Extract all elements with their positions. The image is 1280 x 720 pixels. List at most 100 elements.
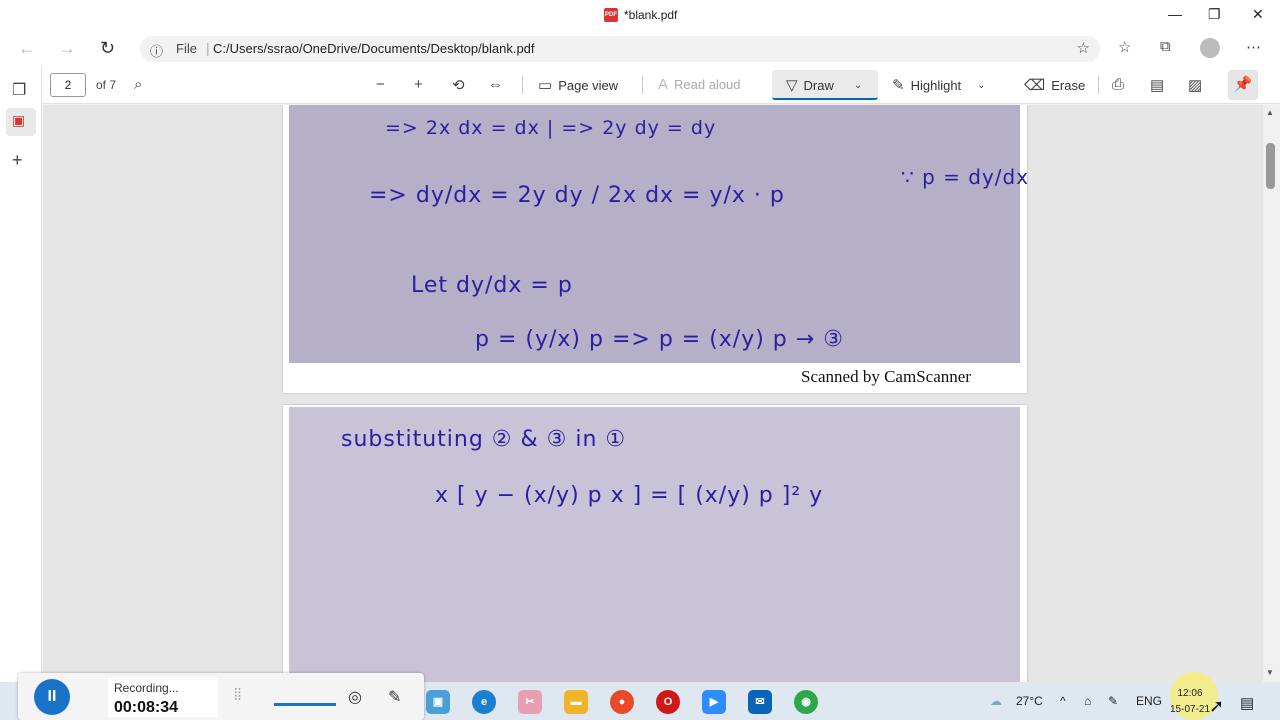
toolbar-divider [1098, 76, 1099, 94]
handwritten-line: p = (y/x) p => p = (x/y) p → ③ [475, 327, 844, 352]
back-arrow-icon[interactable]: ← [18, 38, 36, 59]
temperature[interactable]: 27°C [1016, 694, 1043, 708]
close-button[interactable]: ✕ [1252, 6, 1264, 23]
vertical-scrollbar[interactable] [1263, 105, 1280, 682]
tab-actions-icon[interactable]: ❐ [12, 80, 26, 100]
recording-timer: 00:08:34 [114, 699, 179, 716]
mouse-cursor-icon: ➚ [1209, 696, 1225, 716]
erase-label: Erase [1051, 77, 1086, 93]
snipping-tool-icon[interactable]: ✂ [518, 690, 542, 714]
window-title: PDF *blank.pdf [604, 8, 677, 22]
save-as-icon[interactable]: ▨ [1188, 76, 1202, 94]
opera-icon[interactable]: O [656, 690, 680, 714]
app-icon[interactable]: ▣ [426, 690, 450, 714]
camscanner-footer: Scanned by CamScanner [801, 367, 971, 386]
search-icon[interactable]: ⌕ [134, 76, 142, 93]
read-aloud-icon: A [658, 76, 669, 93]
recording-label: Recording... [114, 681, 179, 695]
pdf-toolbar: 2 of 7 ⌕ − + ⟲ ⇔ ▭ Page view A Read alou… [42, 66, 1280, 104]
recording-status: Recording... 00:08:34 [108, 677, 218, 717]
print-icon[interactable]: ⎙ [1112, 76, 1124, 93]
rotate-icon[interactable]: ⟲ [452, 76, 465, 94]
new-tab-icon[interactable]: + [12, 150, 23, 171]
zoom-out-icon[interactable]: − [376, 76, 385, 93]
scrollbar-thumb[interactable] [1266, 143, 1275, 189]
zoom-in-icon[interactable]: + [414, 76, 423, 93]
highlight-button[interactable]: ✎ Highlight ⌄ [892, 76, 986, 94]
collections-icon[interactable]: ⧉ [1160, 38, 1171, 55]
read-aloud-label: Read aloud [674, 77, 741, 92]
pen-tray-icon[interactable]: ✎ [1108, 694, 1118, 708]
chrome-icon[interactable]: ◉ [794, 690, 818, 714]
weather-icon[interactable]: ☁ [990, 694, 1002, 708]
chevron-down-icon[interactable]: ⌄ [854, 80, 862, 91]
forward-arrow-icon[interactable]: → [58, 38, 76, 59]
refresh-icon[interactable]: ↻ [100, 38, 115, 59]
page-number-input[interactable]: 2 [50, 73, 86, 97]
fit-to-page-icon[interactable]: ⇔ [488, 76, 503, 93]
info-icon[interactable]: ⓘ [150, 41, 163, 60]
pdf-file-icon: PDF [604, 8, 618, 22]
draw-label: Draw [803, 77, 834, 93]
file-label: File [176, 41, 197, 56]
volume-slider[interactable] [274, 703, 336, 706]
scroll-up-icon[interactable]: ▲ [1266, 108, 1274, 117]
recording-widget: II Recording... 00:08:34 ⦙⦙ ◎ ✎ [18, 673, 424, 720]
add-favorite-icon[interactable]: ☆ [1077, 39, 1090, 57]
pause-recording-button[interactable]: II [34, 679, 70, 715]
save-icon[interactable]: ▤ [1150, 76, 1164, 94]
pin-toolbar-icon[interactable]: 📌 [1228, 70, 1258, 100]
handwritten-line: => dy/dx = 2y dy / 2x dx = y/x · p [369, 183, 785, 208]
address-bar[interactable]: ⓘ File | C:/Users/ssrao/OneDrive/Documen… [140, 36, 1100, 62]
draw-button[interactable]: ▽ Draw ⌄ [786, 76, 862, 94]
eraser-icon: ⌫ [1024, 77, 1046, 94]
mail-icon[interactable]: ✉ [748, 690, 772, 714]
toolbar-divider [642, 76, 643, 94]
left-sidebar: ❐ ▣ + [0, 66, 42, 682]
draw-icon: ▽ [786, 77, 798, 94]
chevron-down-icon[interactable]: ⌄ [977, 80, 985, 91]
scanned-image: substituting ② & ③ in ① x [ y − (x/y) p … [289, 407, 1020, 682]
clock-time: 12:06 [1177, 688, 1203, 699]
pdf-viewer[interactable]: => 2x dx = dx | => 2y dy = dy => dy/dx =… [43, 105, 1263, 682]
page-view-icon: ▭ [538, 77, 553, 94]
page-count: of 7 [96, 78, 117, 92]
favorites-icon[interactable]: ☆ [1118, 38, 1131, 56]
erase-button[interactable]: ⌫ Erase [1024, 76, 1085, 94]
highlight-label: Highlight [910, 77, 962, 93]
toolbar-divider [522, 76, 523, 94]
network-icon[interactable]: ⌂ [1084, 694, 1091, 708]
pdf-page-2: substituting ② & ③ in ① x [ y − (x/y) p … [283, 405, 1027, 682]
clock-date: 15-07-21 [1170, 704, 1211, 715]
handwritten-line: => 2x dx = dx | => 2y dy = dy [385, 117, 717, 139]
handwritten-line: substituting ② & ③ in ① [341, 427, 627, 452]
more-options-icon[interactable]: ⋯ [1246, 38, 1261, 56]
system-clock[interactable]: 12:06 15-07-21 [1170, 686, 1210, 718]
url-text[interactable]: C:/Users/ssrao/OneDrive/Documents/Deskto… [213, 41, 535, 56]
file-explorer-icon[interactable]: ▬ [564, 690, 588, 714]
handwritten-line: ∵ p = dy/dx [901, 165, 1030, 189]
address-separator: | [206, 40, 210, 56]
title-bar: PDF *blank.pdf — ❐ ✕ [0, 0, 1280, 32]
profile-avatar[interactable] [1200, 38, 1220, 58]
audio-level-icon: ⦙⦙ [234, 687, 242, 704]
highlight-icon: ✎ [892, 77, 905, 94]
scroll-down-icon[interactable]: ▼ [1266, 668, 1274, 677]
handwritten-line: Let dy/dx = p [411, 273, 573, 298]
restore-button[interactable]: ❐ [1208, 6, 1221, 23]
page-view-label: Page view [558, 77, 619, 93]
read-aloud-button[interactable]: A Read aloud [658, 76, 741, 93]
window-title-text: *blank.pdf [624, 8, 678, 22]
handwritten-line: x [ y − (x/y) p x ] = [ (x/y) p ]² y [435, 483, 824, 508]
webcam-icon[interactable]: ◎ [348, 687, 362, 707]
notifications-icon[interactable]: ▤ [1240, 694, 1254, 712]
show-hidden-icons-icon[interactable]: ^ [1060, 694, 1066, 708]
minimize-button[interactable]: — [1168, 6, 1182, 22]
page-view-button[interactable]: ▭ Page view [538, 76, 618, 94]
edge-icon[interactable]: e [472, 690, 496, 714]
media-player-icon[interactable]: ● [610, 690, 634, 714]
pen-icon[interactable]: ✎ [388, 687, 401, 707]
pdf-tab-icon[interactable]: ▣ [12, 112, 25, 129]
language-indicator[interactable]: ENG [1136, 694, 1162, 708]
zoom-icon[interactable]: ▶ [702, 690, 726, 714]
